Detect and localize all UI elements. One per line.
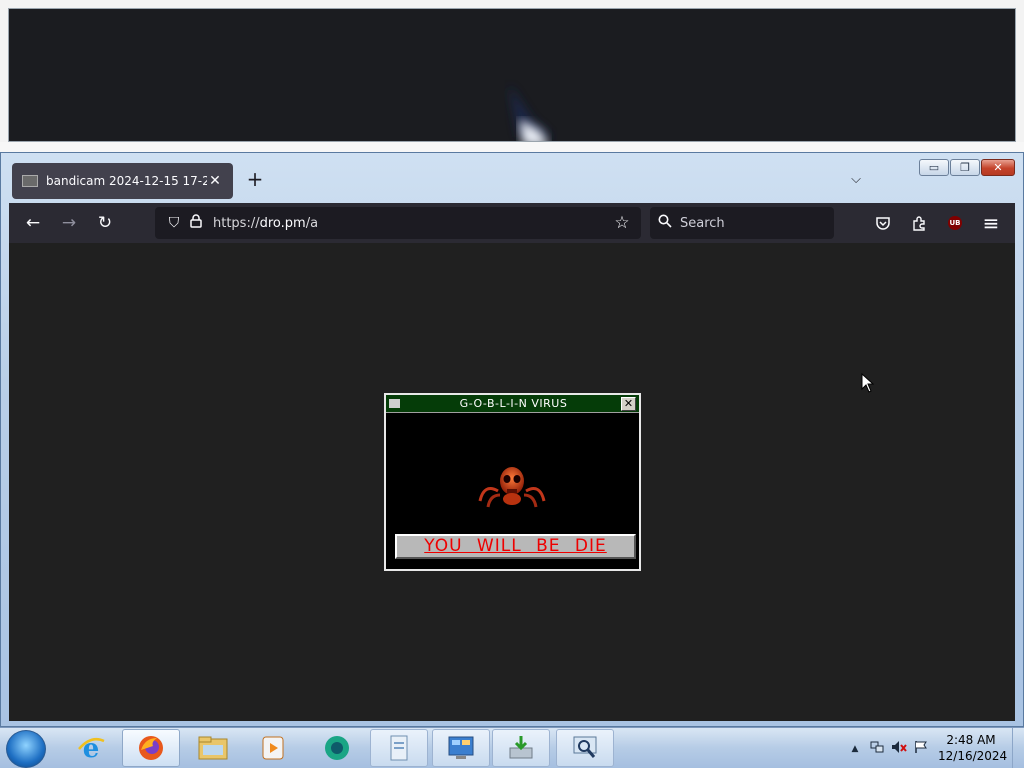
skull-spider-icon [478,467,546,508]
reload-icon[interactable]: ↻ [87,207,123,239]
tab-title: bandicam 2024-12-15 17-28-41 [46,174,207,188]
mouse-cursor-icon [861,373,875,393]
taskbar-firefox-icon[interactable] [122,729,180,767]
popup-close-button[interactable]: ✕ [621,396,636,411]
search-placeholder: Search [680,215,725,231]
back-icon[interactable]: ← [15,207,51,239]
start-button[interactable] [6,730,46,768]
taskbar-document-icon[interactable] [370,729,428,767]
tray-expand-icon[interactable]: ▲ [844,744,866,754]
tab-list-chevron-icon[interactable]: ⌵ [845,169,867,191]
action-center-flag-icon[interactable] [910,740,932,758]
volume-muted-icon[interactable] [888,740,910,758]
tab-close-icon[interactable]: ✕ [207,173,223,189]
goblin-virus-popup[interactable]: G-O-B-L-I-N VIRUS ✕ YOU WILL BE DIE [384,393,641,571]
show-desktop-button[interactable] [1012,728,1024,768]
taskbar-control-panel-icon[interactable] [432,729,490,767]
taskbar-search-tool-icon[interactable] [556,729,614,767]
minimize-button[interactable]: ▭ [919,159,949,176]
url-bar[interactable]: ⛉ https://dro.pm/a ☆ [155,207,641,239]
clock[interactable]: 2:48 AM 12/16/2024 [938,732,1008,764]
menu-icon[interactable]: ≡ [973,207,1009,239]
popup-title-bar[interactable]: G-O-B-L-I-N VIRUS ✕ [386,395,639,413]
bookmark-star-icon[interactable]: ☆ [611,213,633,233]
new-tab-button[interactable]: + [244,169,266,191]
search-input[interactable]: Search [650,207,834,239]
video-preview-frame [8,8,1016,142]
taskbar-media-player-icon[interactable] [244,729,302,767]
forward-icon[interactable]: → [51,207,87,239]
title-bar[interactable]: bandicam 2024-12-15 17-28-41 ✕ + ⌵ ▭ ❐ ✕ [1,153,1023,203]
pocket-icon[interactable] [865,207,901,239]
folder-icon [389,399,400,408]
popup-title: G-O-B-L-I-N VIRUS [459,397,568,410]
tab-bandicam[interactable]: bandicam 2024-12-15 17-28-41 ✕ [12,163,233,199]
close-window-button[interactable]: ✕ [981,159,1015,176]
taskbar-installer-icon[interactable] [492,729,550,767]
ublock-icon[interactable]: UB [937,207,973,239]
restore-button[interactable]: ❐ [950,159,980,176]
shield-icon[interactable]: ⛉ [163,215,185,231]
url-text[interactable]: https://dro.pm/a [213,216,611,231]
clock-time: 2:48 AM [946,733,996,747]
taskbar-app-green-icon[interactable] [308,729,366,767]
taskbar-ie-icon[interactable]: e [62,729,120,767]
page-content[interactable]: G-O-B-L-I-N VIRUS ✕ YOU WILL BE DIE [9,243,1015,721]
blurred-cursor-icon [509,85,553,141]
window-controls: ▭ ❐ ✕ [919,159,1015,176]
taskbar-explorer-icon[interactable] [184,729,242,767]
taskbar: e ▲ 2:48 AM 12/16/2024 [0,727,1024,768]
toolbar-right: UB ≡ [865,207,1009,239]
firefox-window: bandicam 2024-12-15 17-28-41 ✕ + ⌵ ▭ ❐ ✕… [0,152,1024,727]
popup-message: YOU WILL BE DIE [395,534,636,559]
network-icon[interactable] [866,740,888,758]
clock-date: 12/16/2024 [938,749,1008,763]
navigation-toolbar: ← → ↻ ⛉ https://dro.pm/a ☆ Search UB ≡ [9,203,1015,243]
extensions-icon[interactable] [901,207,937,239]
search-icon [658,214,672,232]
video-preview-window [0,0,1024,150]
lock-icon[interactable] [185,214,207,232]
folder-icon [22,175,38,187]
